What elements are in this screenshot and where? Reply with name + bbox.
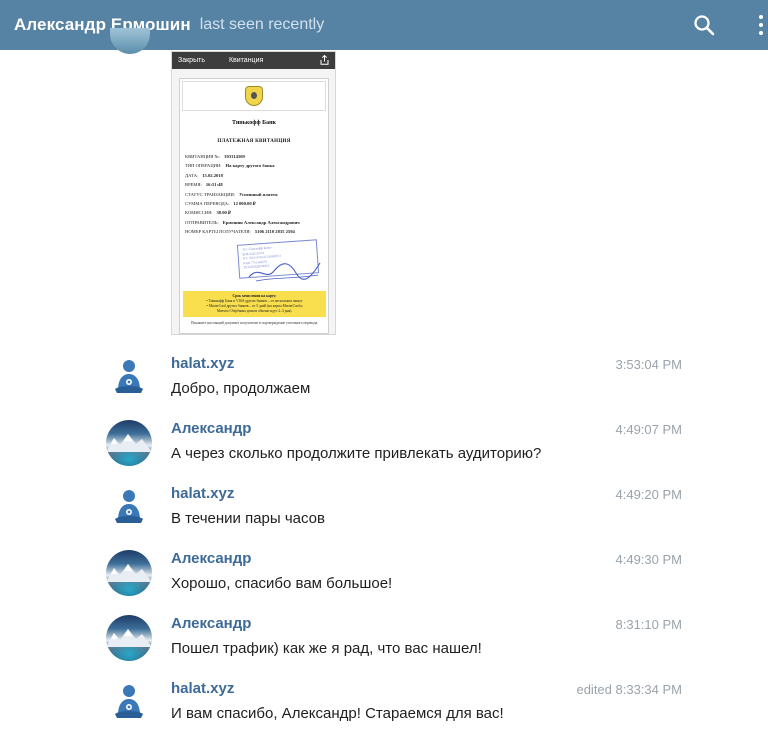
field-label: ДАТА:	[185, 172, 199, 178]
receipt-fields: КВИТАНЦИЯ №: 393314569 ТИП ОПЕРАЦИИ: На ка…	[185, 154, 328, 239]
message-sender[interactable]: halat.xyz	[171, 355, 234, 372]
receipt-title: Квитанция	[228, 57, 264, 64]
receipt-toolbar: Закрыть Квитанция	[172, 52, 335, 69]
signature	[248, 262, 321, 282]
field-label: ОТПРАВИТЕЛЬ:	[185, 219, 219, 225]
bank-emblem-icon	[245, 86, 263, 106]
message-time: 4:49:20 PM	[615, 487, 683, 502]
message-sender[interactable]: Александр	[171, 420, 251, 437]
field-label: ВРЕМЯ:	[185, 182, 202, 188]
bot-avatar[interactable]	[106, 680, 152, 726]
bot-avatar[interactable]	[106, 485, 152, 531]
message-time: 4:49:30 PM	[615, 552, 683, 567]
receipt-field: ОТПРАВИТЕЛЬ: Ермошин Александр Александро…	[185, 220, 328, 229]
receipt-field: ТИП ОПЕРАЦИИ: На карту другого банка	[185, 163, 328, 172]
message-item: halat.xyz edited 8:33:34 PM И вам спасиб…	[0, 680, 768, 738]
message-item: Александр 4:49:30 PM Хорошо, спасибо вам…	[0, 550, 768, 610]
receipt-field: НОМЕР КАРТЫ ПОЛУЧАТЕЛЯ: 5106 2110 2835 25…	[185, 229, 328, 238]
receipt-field: ВРЕМЯ: 16:51:48	[185, 182, 328, 191]
photo-avatar[interactable]	[106, 550, 152, 596]
message-item: halat.xyz 3:53:04 PM Добро, продолжаем	[0, 355, 768, 415]
message-text: Пошел трафик) как же я рад, что вас наше…	[171, 640, 482, 657]
message-sender[interactable]: halat.xyz	[171, 485, 234, 502]
field-label: КВИТАНЦИЯ №:	[185, 154, 221, 159]
field-value: 16:51:48	[205, 182, 223, 188]
avatar	[110, 28, 150, 54]
message-text: И вам спасибо, Александр! Стараемся для …	[171, 705, 504, 722]
message-time: 4:49:07 PM	[615, 422, 683, 437]
receipt-footer-note: Покажите настоящий документ получателю в…	[190, 321, 319, 325]
message-text: Добро, продолжаем	[171, 380, 311, 397]
mountain-lake-photo	[106, 564, 152, 582]
receipt-document: Тинькофф Банк ПЛАТЕЖНАЯ КВИТАНЦИЯ КВИТАН…	[179, 78, 329, 334]
contact-status: last seen recently	[199, 16, 325, 33]
field-value: 393314569	[224, 154, 245, 159]
bot-avatar[interactable]	[106, 355, 152, 401]
share-icon	[320, 55, 329, 65]
note-line: Maestro Сбербанка деньги обычно идут 2–3…	[216, 309, 293, 313]
receipt-field: СТАТУС ТРАНЗАКЦИИ: Успешный платеж	[185, 192, 328, 201]
message-text: В течении пары часов	[171, 510, 325, 527]
message-item: Александр 4:49:07 PM А через сколько про…	[0, 420, 768, 480]
mountain-lake-photo	[106, 629, 152, 647]
message-time: edited 8:33:34 PM	[576, 682, 682, 697]
message-time: 3:53:04 PM	[615, 357, 683, 372]
receipt-doc-title: ПЛАТЕЖНАЯ КВИТАНЦИЯ	[217, 139, 291, 144]
meditating-figure-icon	[115, 360, 143, 393]
message-text: А через сколько продолжите привлекать ау…	[171, 445, 542, 462]
message-item: Александр 8:31:10 PM Пошел трафик) как ж…	[0, 615, 768, 675]
receipt-field: КВИТАНЦИЯ №: 393314569	[185, 154, 328, 163]
message-text: Хорошо, спасибо вам большое!	[171, 575, 393, 592]
receipt-image[interactable]: Закрыть Квитанция Тинькофф Банк ПЛАТЕЖНА…	[171, 51, 336, 335]
field-value: Ермошин Александр Александрович	[222, 219, 300, 225]
receipt-close-label: Закрыть	[178, 57, 205, 64]
field-value: 12 000.00 ₽	[233, 200, 256, 206]
field-label: ТИП ОПЕРАЦИИ:	[185, 163, 222, 169]
bank-logo	[182, 81, 326, 111]
receipt-field: ДАТА: 15.02.2018	[185, 173, 328, 182]
field-label: КОМИССИЯ:	[185, 210, 213, 216]
contact-name[interactable]: Александр Ермошин	[14, 15, 191, 35]
message-sender[interactable]: Александр	[171, 550, 251, 567]
photo-avatar[interactable]	[106, 615, 152, 661]
field-value: Успешный платеж	[239, 191, 278, 197]
field-value: 15.02.2018	[202, 172, 223, 178]
message-time: 8:31:10 PM	[615, 617, 683, 632]
more-vertical-icon[interactable]	[754, 12, 768, 38]
field-value: 5106 2110 2835 2594	[254, 229, 295, 235]
field-label: СУММА ПЕРЕВОДА:	[185, 200, 230, 206]
bank-name: Тинькофф Банк	[231, 120, 276, 126]
meditating-figure-icon	[115, 685, 143, 718]
receipt-field: СУММА ПЕРЕВОДА: 12 000.00 ₽	[185, 201, 328, 210]
field-label: НОМЕР КАРТЫ ПОЛУЧАТЕЛЯ:	[185, 229, 251, 235]
search-icon[interactable]	[692, 13, 716, 37]
field-value: На карту другого банка	[225, 163, 275, 169]
field-label: СТАТУС ТРАНЗАКЦИИ:	[185, 191, 236, 197]
field-value: 38.00 ₽	[216, 210, 231, 216]
meditating-figure-icon	[115, 490, 143, 523]
crediting-note: Срок зачисления на карту: • Тинькофф Бан…	[183, 291, 326, 317]
photo-avatar[interactable]	[106, 420, 152, 466]
receipt-field: КОМИССИЯ: 38.00 ₽	[185, 210, 328, 219]
message-item: halat.xyz 4:49:20 PM В течении пары часо…	[0, 485, 768, 545]
message-sender[interactable]: Александр	[171, 615, 251, 632]
message-sender[interactable]: halat.xyz	[171, 680, 234, 697]
mountain-lake-photo	[106, 434, 152, 452]
